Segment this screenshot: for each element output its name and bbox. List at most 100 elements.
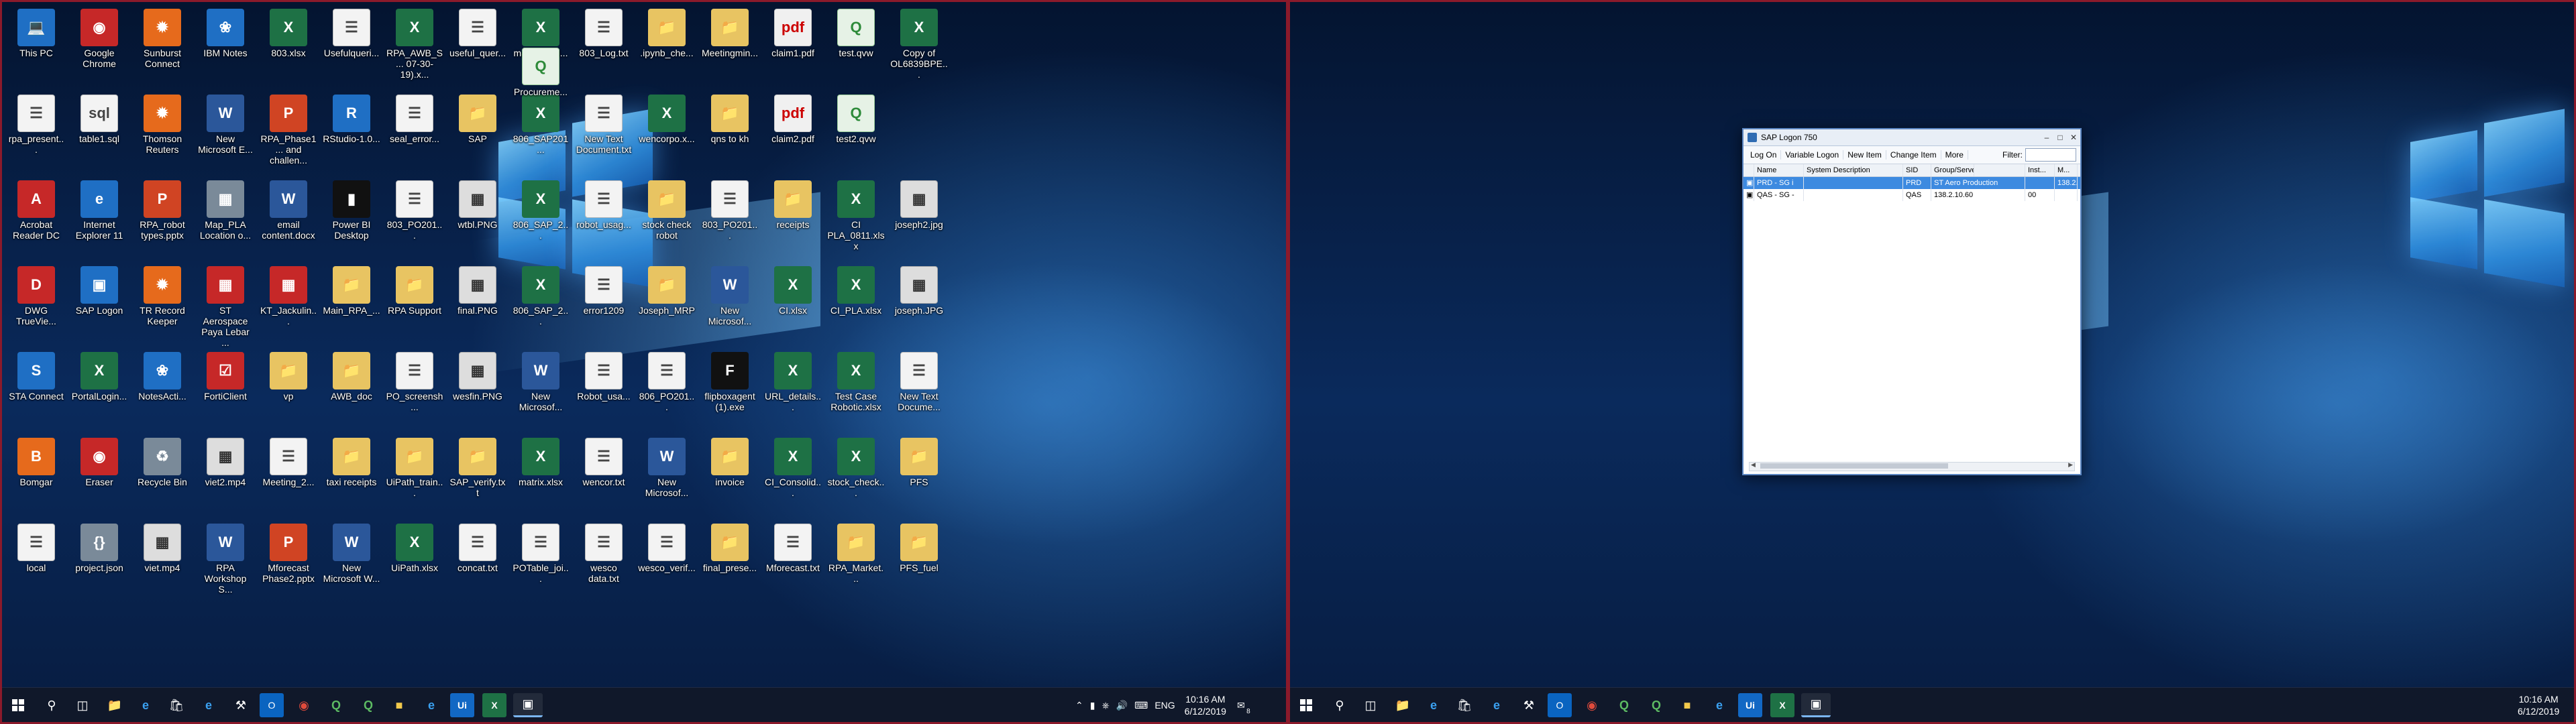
desktop-icon[interactable]: ☰ Mforecast.txt (764, 521, 822, 604)
desktop-icon[interactable]: 📁 SAP_verify.txt (449, 435, 506, 518)
filter-input[interactable] (2025, 148, 2076, 162)
tools-icon[interactable]: ⚒ (229, 693, 253, 717)
desktop-icon[interactable]: ✹ TR Record Keeper (133, 263, 191, 347)
desktop-icon[interactable]: X CI_PLA.xlsx (827, 263, 885, 347)
desktop-icon[interactable]: ▦ Map_PLA Location o... (197, 178, 254, 261)
desktop-icon[interactable]: S STA Connect (7, 349, 65, 432)
desktop-icon[interactable]: 📁 Joseph_MRP (638, 263, 696, 347)
desktop-icon[interactable]: 📁 final_prese... (701, 521, 759, 604)
desktop-icon[interactable]: ▦ wesfin.PNG (449, 349, 506, 432)
desktop-icon[interactable]: ❀ NotesActi... (133, 349, 191, 432)
desktop-icon[interactable]: ☰ seal_error... (386, 92, 443, 175)
desktop-icon[interactable]: ☰ rpa_present... (7, 92, 65, 175)
desktop-icon[interactable]: 📁 invoice (701, 435, 759, 518)
clock[interactable]: 10:16 AM 6/12/2019 (2518, 693, 2559, 717)
desktop-icon[interactable]: ☰ Robot_usa... (575, 349, 633, 432)
sap-logon-window[interactable]: SAP Logon 750 – □ ✕ Log On Variable Logo… (1742, 128, 2082, 475)
outlook-icon[interactable]: O (260, 693, 284, 717)
desktop-icon[interactable]: Xwencorpo.x... (638, 92, 696, 175)
desktop-icon[interactable]: ☰ Meeting_2... (260, 435, 317, 518)
desktop-icon[interactable]: ▦ ST Aerospace Paya Lebar ... (197, 263, 254, 348)
desktop-icon[interactable]: 📁 RPA Support (386, 263, 443, 347)
uipath-icon[interactable]: Ui (1738, 693, 1762, 717)
edge-icon[interactable]: e (1421, 693, 1446, 717)
desktop-icon[interactable]: ▦ viet.mp4 (133, 521, 191, 604)
store-icon[interactable]: 🛍 (1452, 693, 1477, 717)
desktop-icon[interactable]: 📁 Meetingmin... (701, 6, 759, 89)
desktop-icon[interactable]: X RPA_AWB_S... 07-30-19).x... (386, 6, 443, 89)
sticky-notes-icon[interactable]: ■ (387, 693, 411, 717)
edge-icon-2[interactable]: e (1707, 693, 1731, 717)
search-icon[interactable]: ⚲ (1328, 693, 1352, 717)
network-icon[interactable]: ⎈ (1102, 700, 1109, 711)
tools-icon[interactable]: ⚒ (1517, 693, 1541, 717)
desktop-icon[interactable]: ☰ PO_screensh... (386, 349, 443, 432)
store-icon[interactable]: 🛍 (164, 693, 189, 717)
desktop-icon[interactable]: Xmatrix.xlsx (512, 435, 570, 518)
desktop-icon[interactable]: D DWG TrueVie... (7, 263, 65, 347)
clock[interactable]: 10:16 AM 6/12/2019 (1185, 693, 1226, 717)
desktop-icon[interactable]: e Internet Explorer 11 (70, 178, 128, 261)
start-button[interactable] (6, 693, 30, 717)
chrome-icon[interactable]: ◉ (292, 693, 316, 717)
scroll-left-icon[interactable]: ◀ (1751, 461, 1756, 469)
column-header-group-server[interactable]: Group/Server (1931, 164, 1974, 176)
sap-logon-taskbar-icon[interactable]: ▣ (513, 693, 543, 717)
desktop-icon[interactable]: 📁 PFS (890, 435, 948, 518)
excel-icon[interactable]: X (1770, 693, 1794, 717)
desktop-icon[interactable]: ▦ joseph.JPG (890, 263, 948, 347)
task-view-icon[interactable]: ◫ (70, 693, 95, 717)
variable-logon-button[interactable]: Variable Logon (1781, 150, 1844, 160)
desktop-icon[interactable]: X 806_SAP_2... (512, 178, 570, 261)
column-header-more[interactable]: M... (2055, 164, 2078, 176)
desktop-icon[interactable]: Fflipboxagent (1).exe (701, 349, 759, 432)
desktop-icon[interactable]: W RPA Workshop S... (197, 521, 254, 604)
volume-icon[interactable]: 🔊 (1116, 700, 1128, 711)
table-row[interactable]: ▣ PRD - SG i PRD ST Aero Production 138.… (1743, 177, 2080, 189)
internet-explorer-icon[interactable]: e (197, 693, 221, 717)
desktop-icon[interactable]: sql table1.sql (70, 92, 128, 175)
battery-icon[interactable]: ▮ (1090, 700, 1095, 711)
desktop-icon[interactable]: X CI_Consolid... (764, 435, 822, 518)
log-on-button[interactable]: Log On (1746, 150, 1782, 160)
sticky-notes-icon[interactable]: ■ (1675, 693, 1699, 717)
desktop-icon[interactable]: 📁 stock check robot (638, 178, 696, 261)
desktop-icon[interactable]: 📁 receipts (764, 178, 822, 261)
desktop-icon[interactable]: ☰ New Text Docume... (890, 349, 948, 432)
desktop-icon[interactable]: ☑ FortiClient (197, 349, 254, 432)
desktop-icon[interactable]: ☰ 806_PO201... (638, 349, 696, 432)
edge-icon-2[interactable]: e (419, 693, 443, 717)
search-icon[interactable]: ⚲ (40, 693, 64, 717)
sap-logon-taskbar-icon[interactable]: ▣ (1801, 693, 1831, 717)
scroll-right-icon[interactable]: ▶ (2068, 461, 2073, 469)
desktop-icon[interactable]: ▦ wtbl.PNG (449, 178, 506, 261)
maximize-button[interactable]: □ (2053, 133, 2067, 142)
ime-icon[interactable]: ⌨ (1134, 700, 1148, 711)
desktop-icon[interactable]: 📁 qns to kh (701, 92, 759, 175)
desktop-icon[interactable]: ▦ joseph2.jpg (890, 178, 948, 261)
desktop-icon[interactable]: 📁 taxi receipts (323, 435, 380, 518)
column-header-sid[interactable]: SID (1903, 164, 1931, 176)
outlook-icon[interactable]: O (1548, 693, 1572, 717)
desktop-icon[interactable]: W New Microsoft W... (323, 521, 380, 604)
desktop-icon[interactable]: ☰ Usefulqueri... (323, 6, 380, 89)
close-button[interactable]: ✕ (2067, 133, 2080, 142)
desktop-icon[interactable]: 📁 UiPath_train... (386, 435, 443, 518)
desktop-icon[interactable]: ☰ useful_quer... (449, 6, 506, 89)
desktop-icon[interactable]: ▣ SAP Logon (70, 263, 128, 347)
file-explorer-icon[interactable]: 📁 (1391, 693, 1415, 717)
desktop-icon[interactable]: W New Microsof... (512, 349, 570, 432)
desktop-icon[interactable]: ▦ viet2.mp4 (197, 435, 254, 518)
desktop-icon[interactable]: ☰ 803_PO201... (701, 178, 759, 261)
desktop-icon[interactable]: 📁 vp (260, 349, 317, 432)
more-button[interactable]: More (1941, 150, 1968, 160)
qlikview-taskbar-icon-2[interactable]: Q (356, 693, 380, 717)
desktop-icon[interactable]: ☰ wencor.txt (575, 435, 633, 518)
desktop-icon[interactable]: ✹ Thomson Reuters (133, 92, 191, 175)
language-indicator[interactable]: ENG (1155, 700, 1175, 711)
desktop-icon[interactable]: ☰ wesco_verif... (638, 521, 696, 604)
desktop-icon[interactable]: 📁 Main_RPA_... (323, 263, 380, 347)
desktop-icon[interactable]: ♻ Recycle Bin (133, 435, 191, 518)
horizontal-scrollbar[interactable]: ◀ ▶ (1749, 461, 2075, 471)
chevron-up-icon[interactable]: ⌃ (1075, 700, 1083, 711)
